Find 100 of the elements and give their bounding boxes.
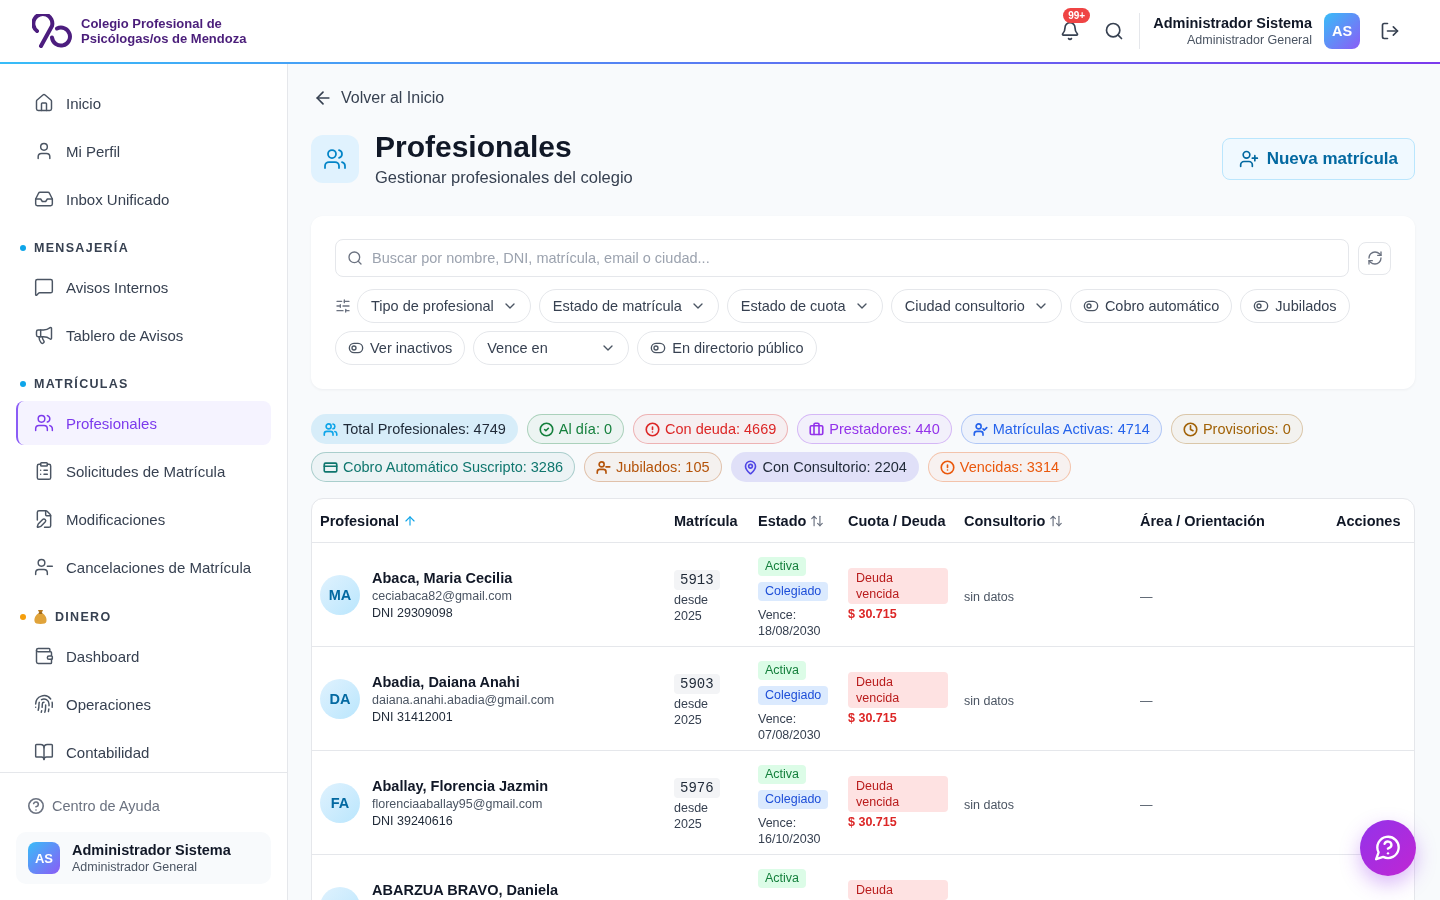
help-link[interactable]: Centro de Ayuda <box>16 784 271 828</box>
professional-email: daiana.anahi.abadia@gmail.com <box>372 692 555 709</box>
professional-email: ceciabaca82@gmail.com <box>372 588 513 605</box>
page-title: Profesionales <box>375 130 573 164</box>
column-header: Cuota / Deuda <box>847 512 947 529</box>
search-field[interactable]: Buscar por nombre, DNI, matrícula, email o ciudad... <box>335 239 1349 277</box>
nav-item[interactable]: Cancelaciones de Matrícula <box>16 545 271 589</box>
stat-label: Vencidas: 3314 <box>959 458 1060 476</box>
stat-label: Con deuda: 4669 <box>665 420 777 438</box>
refresh-icon <box>1366 250 1383 266</box>
logout-icon[interactable] <box>1380 21 1400 41</box>
registration-since: desde 2025 <box>674 592 710 624</box>
status-badge: Activa <box>758 557 807 576</box>
nav-item[interactable]: Modificaciones <box>16 497 271 541</box>
registration-since: desde 2025 <box>674 800 710 832</box>
area-text: — <box>1140 589 1153 605</box>
wallet-icon <box>34 646 54 666</box>
registration-number: 5903 <box>674 674 720 694</box>
filter-dropdown[interactable]: Ciudad consultorio <box>890 289 1062 323</box>
sort-icon <box>810 513 825 528</box>
question-bubble-icon <box>1375 835 1401 861</box>
nav-item[interactable]: Solicitudes de Matrícula <box>16 449 271 493</box>
stat-label: Total Profesionales: 4749 <box>343 420 506 438</box>
column-header: Acciones <box>1335 512 1402 529</box>
stat-label: Prestadores: 440 <box>829 420 940 438</box>
nav-item[interactable]: Dashboard <box>16 634 271 678</box>
bell-icon[interactable] <box>1060 21 1081 41</box>
expiry-date: Vence: 07/08/2030 <box>758 711 822 743</box>
professional-name: Aballay, Florencia Jazmin <box>372 777 549 796</box>
debt-amount: $ 30.715 <box>848 710 897 726</box>
status-badge: Activa <box>758 661 807 680</box>
logo-mark <box>32 14 72 48</box>
initials-avatar: MA <box>320 575 360 615</box>
initials-avatar: FA <box>320 783 360 823</box>
question-circle-icon <box>28 798 44 814</box>
section-title: DINERO <box>55 609 112 624</box>
book-icon <box>34 742 54 762</box>
column-header[interactable]: Estado <box>750 512 833 529</box>
column-header: Área / Orientación <box>1139 512 1266 529</box>
sliders-icon[interactable] <box>335 298 351 314</box>
professional-name: ABARZUA BRAVO, Daniela <box>372 881 559 900</box>
filter-toggle[interactable]: En directorio público <box>637 331 817 365</box>
stat-label: Al día: 0 <box>558 420 613 438</box>
document-pen-icon <box>34 509 54 529</box>
filter-dropdown[interactable]: Tipo de profesional <box>357 289 531 323</box>
page-subtitle: Gestionar profesionales del colegio <box>375 167 633 188</box>
stat-label: Matrículas Activas: 4714 <box>992 420 1150 438</box>
filter-toggle[interactable]: Cobro automático <box>1069 289 1233 323</box>
filter-toggle[interactable]: Ver inactivos <box>335 331 466 365</box>
professional-name: Abaca, Maria Cecilia <box>372 569 513 588</box>
filter-dropdown[interactable]: Estado de cuota <box>726 289 883 323</box>
professional-dni: DNI 31412001 <box>372 709 454 726</box>
nav-item[interactable]: Tablero de Avisos <box>16 313 271 357</box>
debt-badge: Deuda vencida <box>848 568 948 604</box>
registration-number: 5976 <box>674 778 720 798</box>
refresh-button[interactable] <box>1358 241 1391 275</box>
nav-item[interactable]: Inicio <box>16 81 271 125</box>
debt-amount: $ 30.715 <box>848 606 897 622</box>
filter-dropdown[interactable]: Estado de matrícula <box>538 289 719 323</box>
sort-icon <box>1049 513 1064 528</box>
notification-badge: 99+ <box>1063 8 1091 23</box>
category-badge: Colegiado <box>758 686 829 705</box>
nav-item[interactable]: Avisos Internos <box>16 265 271 309</box>
nav-item[interactable]: Profesionales <box>16 401 271 445</box>
nav-item[interactable]: Operaciones <box>16 682 271 726</box>
professional-email: florenciaaballay95@gmail.com <box>372 796 544 813</box>
professional-dni: DNI 29309098 <box>372 605 454 622</box>
status-badge: Activa <box>758 765 807 784</box>
new-registration-button[interactable]: Nueva matrícula <box>1221 138 1415 180</box>
nav-item[interactable]: Contabilidad <box>16 730 271 772</box>
users-icon <box>34 413 54 433</box>
back-link[interactable]: Volver al Inicio <box>311 88 445 108</box>
registration-number: 5913 <box>674 570 720 590</box>
brand-name: Colegio Profesional de Psicólogas/os de Mendoza <box>81 16 248 46</box>
section-title: MATRÍCULAS <box>34 377 129 391</box>
stat-label: Jubilados: 105 <box>616 458 710 476</box>
consultorio-text: sin datos <box>964 589 1015 605</box>
stat-label: Cobro Automático Suscripto: 3286 <box>343 458 564 476</box>
users-icon <box>311 135 359 183</box>
professional-dni: DNI 39240616 <box>372 813 454 830</box>
money-bag-icon <box>34 609 47 624</box>
debt-amount: $ 30.715 <box>848 814 897 830</box>
filter-dropdown[interactable]: Vence en <box>473 331 630 365</box>
column-header[interactable]: Profesional <box>312 512 425 529</box>
professional-name: Abadia, Daiana Anahi <box>372 673 521 692</box>
area-text: — <box>1140 797 1153 813</box>
category-badge: Colegiado <box>758 790 829 809</box>
nav-item[interactable]: Inbox Unificado <box>16 177 271 221</box>
section-title: MENSAJERÍA <box>34 241 129 255</box>
debt-badge: Deuda vencida <box>848 672 948 708</box>
stat-label: Provisorios: 0 <box>1202 420 1291 438</box>
consultorio-text: sin datos <box>964 797 1015 813</box>
user-name: Administrador Sistema <box>72 841 231 859</box>
speech-bubble-icon <box>34 277 54 297</box>
clipboard-icon <box>34 461 54 481</box>
user-minus-icon <box>34 557 54 577</box>
search-icon[interactable] <box>1104 21 1125 41</box>
column-header[interactable]: Consultorio <box>956 512 1072 529</box>
nav-item[interactable]: Mi Perfil <box>16 129 271 173</box>
filter-toggle[interactable]: Jubilados <box>1240 289 1350 323</box>
